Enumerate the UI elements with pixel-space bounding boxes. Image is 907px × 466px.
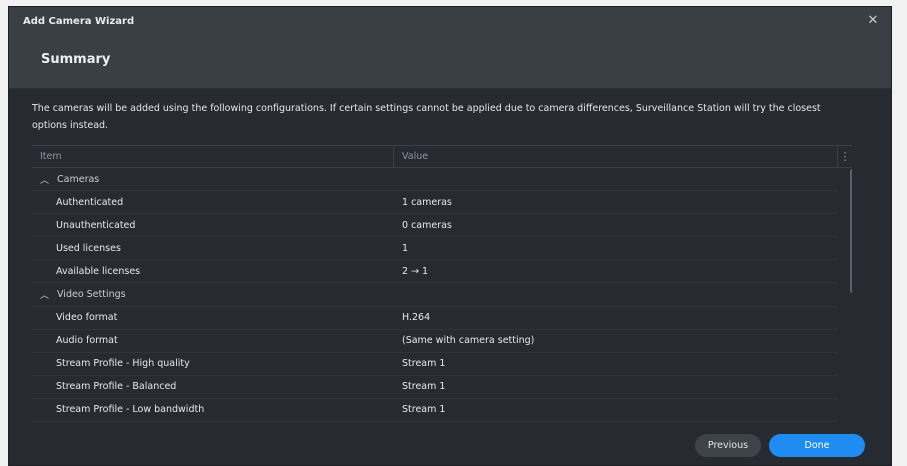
column-header-value[interactable]: Value: [394, 146, 838, 167]
row-item: Available licenses: [56, 265, 141, 277]
row-value: 1 cameras: [402, 196, 452, 208]
row-value: 1: [402, 242, 409, 254]
group-row-video-settings[interactable]: ︿ Video Settings: [32, 283, 838, 307]
table-row[interactable]: Stream Profile - High quality Stream 1: [32, 353, 838, 376]
row-item: Unauthenticated: [56, 219, 136, 231]
table-row[interactable]: Unauthenticated 0 cameras: [32, 214, 838, 238]
title-bar: Add Camera Wizard ✕: [9, 7, 891, 35]
table-scrollbar[interactable]: [850, 169, 852, 293]
table-row[interactable]: Video format H.264: [32, 307, 838, 330]
row-value: Stream 1: [402, 358, 446, 370]
group-label: Video Settings: [57, 289, 126, 301]
chevron-up-icon[interactable]: ︿: [40, 288, 49, 301]
row-item: Authenticated: [56, 196, 124, 208]
column-header-item[interactable]: Item: [32, 146, 394, 167]
summary-description: The cameras will be added using the foll…: [32, 103, 821, 131]
close-icon[interactable]: ✕: [865, 13, 881, 29]
row-item: Stream Profile - Low bandwidth: [56, 404, 205, 416]
done-button[interactable]: Done: [769, 434, 865, 457]
table-row[interactable]: Audio format (Same with camera setting): [32, 330, 838, 353]
row-value: Stream 1: [402, 381, 446, 393]
group-row-cameras[interactable]: ︿ Cameras: [32, 168, 838, 192]
row-value: 2 → 1: [402, 265, 429, 277]
row-value: H.264: [402, 312, 431, 324]
summary-table: Item Value ⋮ ︿ Cameras Authenticated 1 ca…: [32, 145, 852, 430]
previous-button[interactable]: Previous: [695, 434, 761, 457]
table-row[interactable]: Available licenses 2 → 1: [32, 260, 838, 284]
row-item: Video format: [56, 312, 118, 324]
wizard-header: Summary: [9, 35, 891, 89]
window-title: Add Camera Wizard: [23, 15, 135, 27]
row-item: Audio format: [56, 335, 118, 347]
table-row[interactable]: Used licenses 1: [32, 237, 838, 261]
table-row[interactable]: Stream Profile - Balanced Stream 1: [32, 376, 838, 399]
row-item: Stream Profile - Balanced: [56, 381, 177, 393]
table-row[interactable]: Stream Profile - Low bandwidth Stream 1: [32, 399, 838, 423]
row-value: (Same with camera setting): [402, 335, 535, 347]
row-item: Stream Profile - High quality: [56, 358, 190, 370]
row-value: Stream 1: [402, 404, 446, 416]
chevron-up-icon[interactable]: ︿: [40, 173, 49, 186]
table-row[interactable]: Authenticated 1 cameras: [32, 191, 838, 215]
page-title: Summary: [41, 52, 111, 67]
table-header: Item Value ⋮: [32, 145, 852, 168]
more-vertical-icon[interactable]: ⋮: [838, 146, 852, 167]
row-item: Used licenses: [56, 242, 121, 254]
row-value: 0 cameras: [402, 219, 452, 231]
group-label: Cameras: [57, 173, 100, 185]
